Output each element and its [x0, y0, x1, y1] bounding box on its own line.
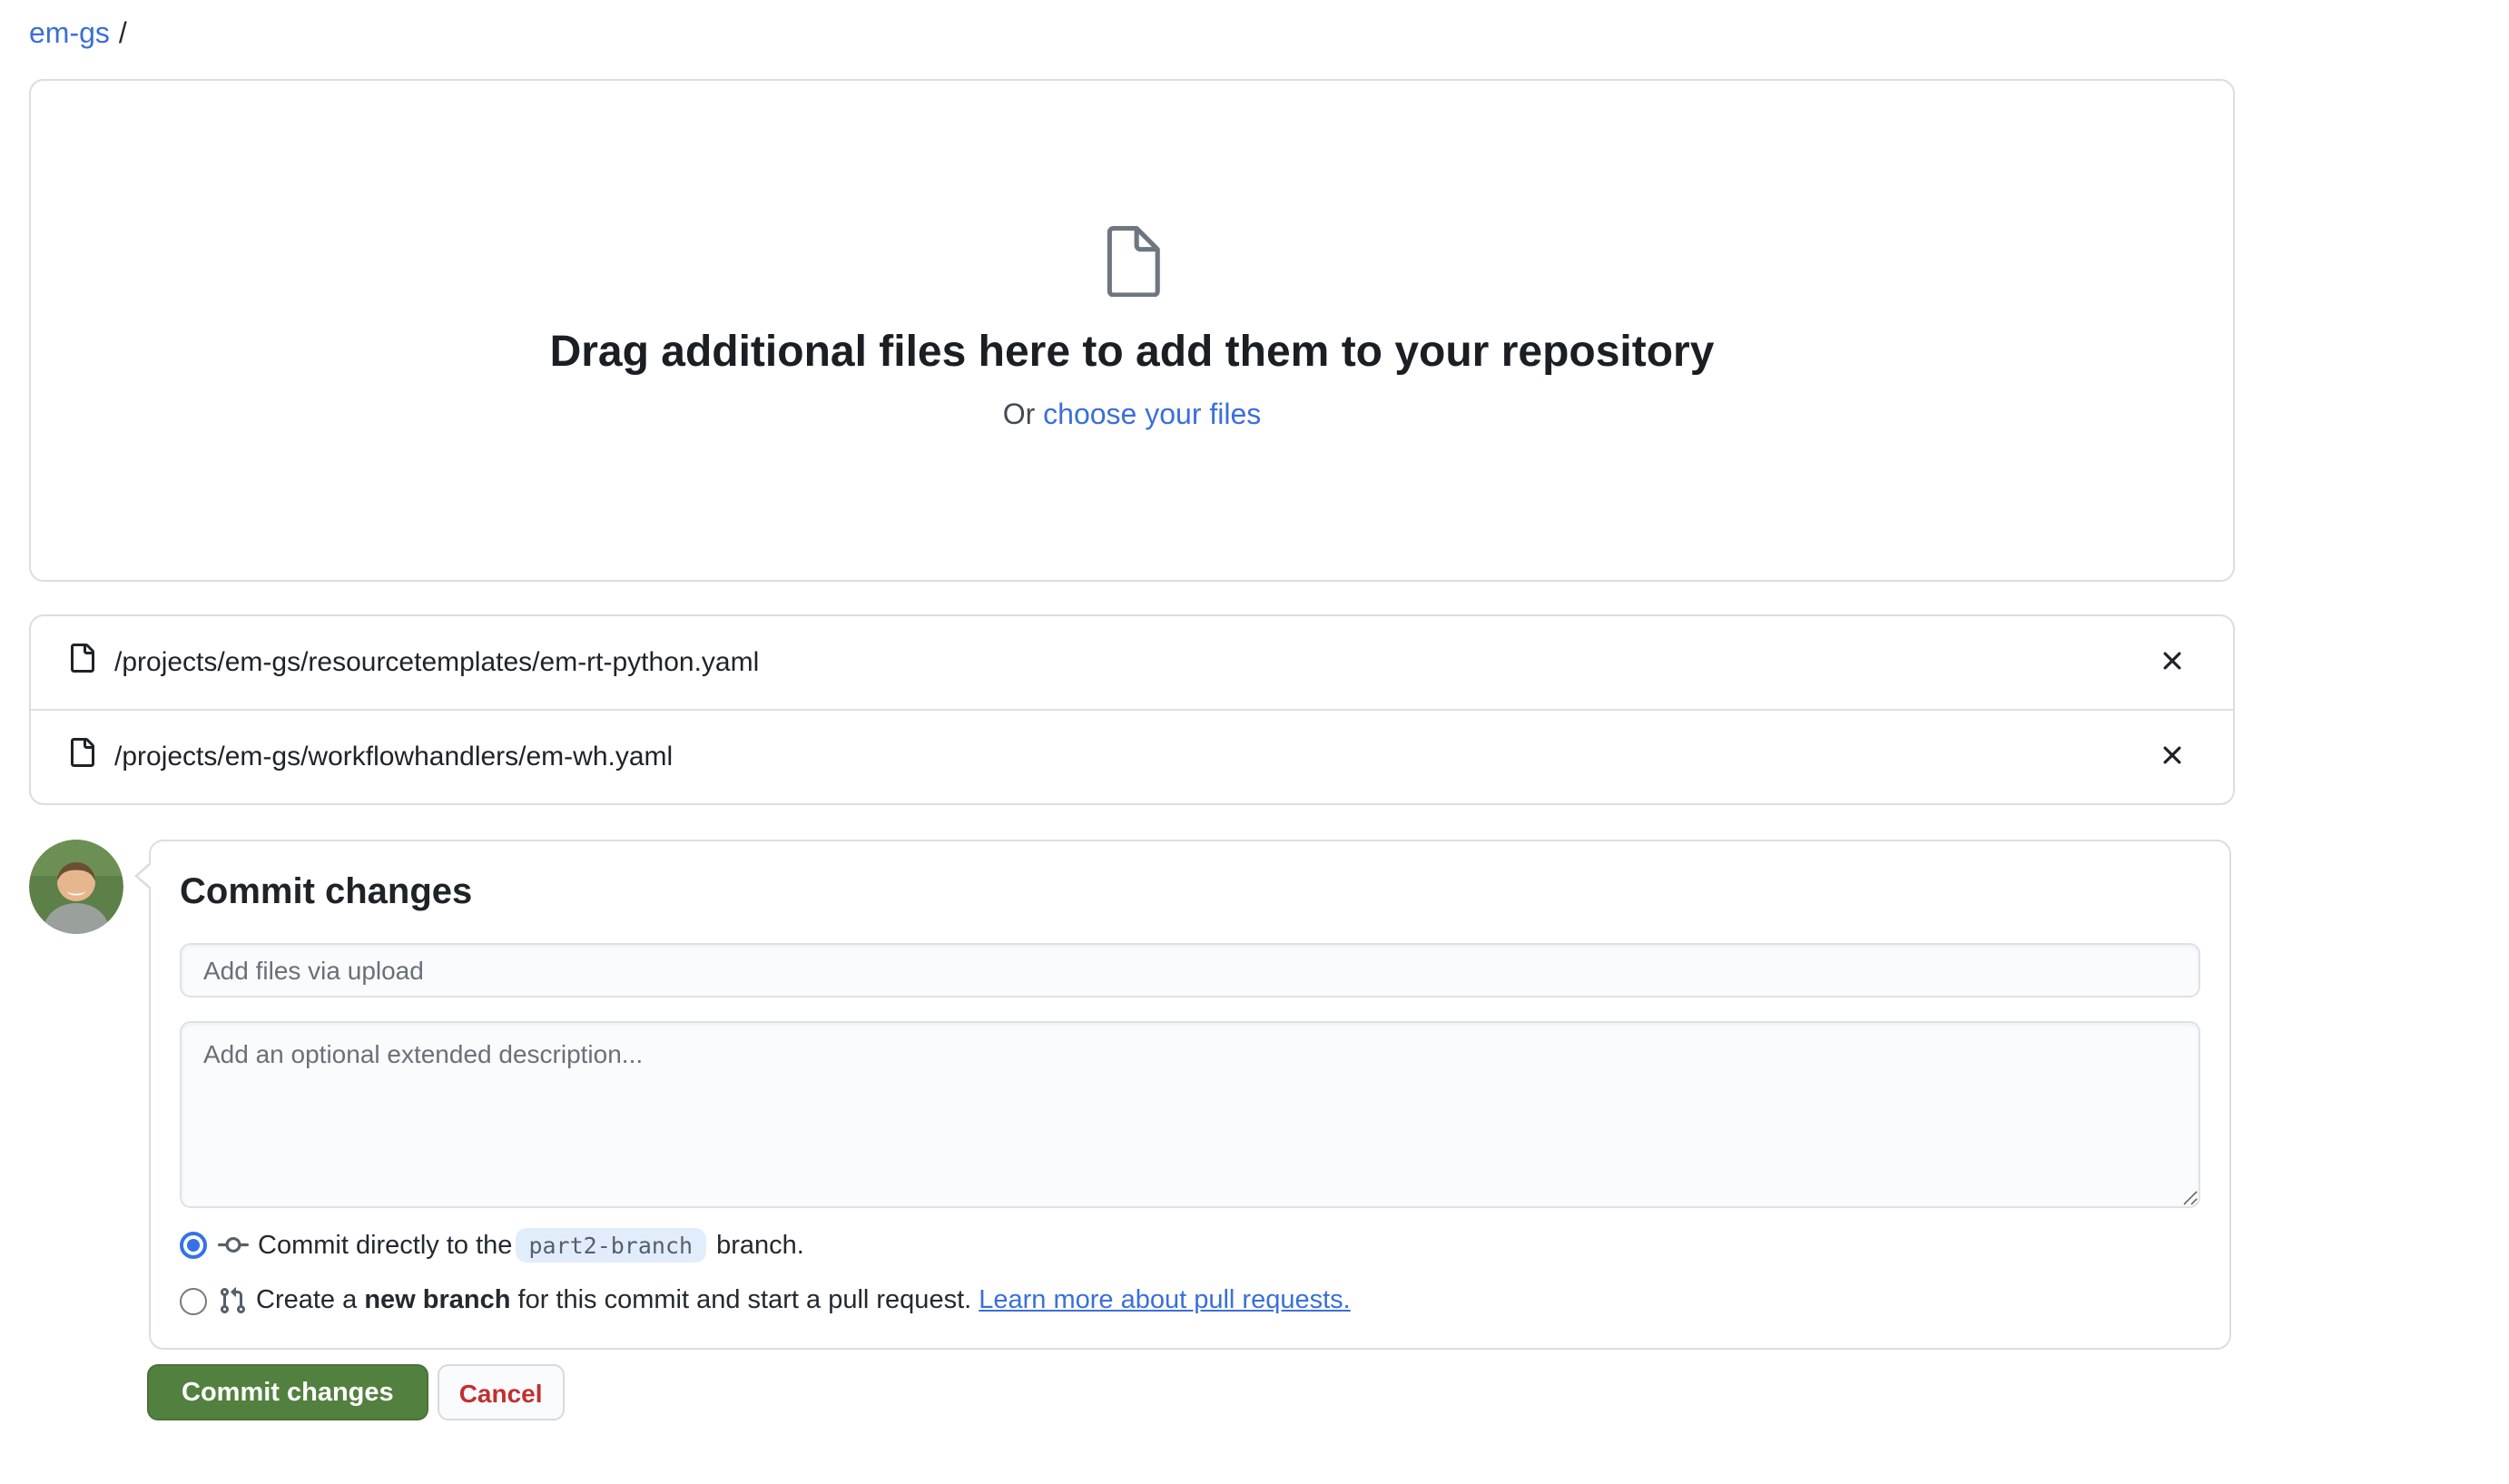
- remove-file-button[interactable]: [2155, 643, 2189, 683]
- git-pull-request-icon: [218, 1286, 247, 1315]
- commit-card: Commit changes Commit directly to thepar…: [149, 840, 2231, 1350]
- commit-changes-button[interactable]: Commit changes: [147, 1364, 428, 1420]
- file-icon: [67, 644, 96, 682]
- form-actions: Commit changes Cancel: [147, 1364, 2509, 1420]
- commit-description-textarea[interactable]: [180, 1021, 2200, 1208]
- learn-more-link[interactable]: Learn more about pull requests.: [979, 1286, 1351, 1315]
- close-icon: [2159, 646, 2186, 679]
- commit-direct-option: Commit directly to thepart2-branch branc…: [180, 1230, 2200, 1261]
- avatar: [29, 840, 123, 934]
- uploaded-files-list: /projects/em-gs/resourcetemplates/em-rt-…: [29, 614, 2235, 805]
- file-path: /projects/em-gs/resourcetemplates/em-rt-…: [114, 647, 2155, 678]
- upload-page: em-gs / Drag additional files here to add…: [0, 15, 2509, 1484]
- file-icon: [1104, 226, 1160, 306]
- git-commit-icon: [218, 1230, 249, 1261]
- commit-direct-radio[interactable]: [180, 1232, 207, 1259]
- choose-files-link[interactable]: choose your files: [1043, 400, 1261, 431]
- file-drop-zone[interactable]: Drag additional files here to add them t…: [29, 79, 2235, 582]
- new-branch-label: Create a new branch for this commit and …: [256, 1286, 1351, 1315]
- file-icon: [67, 738, 96, 776]
- file-row: /projects/em-gs/resourcetemplates/em-rt-…: [31, 616, 2233, 709]
- breadcrumb: em-gs /: [29, 15, 2509, 54]
- dropzone-subtext: Or choose your files: [1003, 400, 1262, 433]
- breadcrumb-separator: /: [119, 19, 127, 50]
- commit-section: Commit changes Commit directly to thepar…: [29, 840, 2235, 1350]
- close-icon: [2159, 741, 2186, 773]
- remove-file-button[interactable]: [2155, 737, 2189, 777]
- branch-name-token: part2-branch: [516, 1227, 705, 1262]
- commit-title: Commit changes: [180, 872, 2200, 914]
- new-branch-option: Create a new branch for this commit and …: [180, 1286, 2200, 1315]
- breadcrumb-repo-link[interactable]: em-gs: [29, 19, 110, 50]
- commit-direct-label: Commit directly to thepart2-branch branc…: [258, 1231, 804, 1260]
- file-row: /projects/em-gs/workflowhandlers/em-wh.y…: [31, 709, 2233, 803]
- commit-summary-input[interactable]: [180, 943, 2200, 998]
- dropzone-heading: Drag additional files here to add them t…: [550, 328, 1715, 378]
- file-path: /projects/em-gs/workflowhandlers/em-wh.y…: [114, 742, 2155, 772]
- new-branch-radio[interactable]: [180, 1287, 207, 1314]
- cancel-button[interactable]: Cancel: [438, 1364, 565, 1420]
